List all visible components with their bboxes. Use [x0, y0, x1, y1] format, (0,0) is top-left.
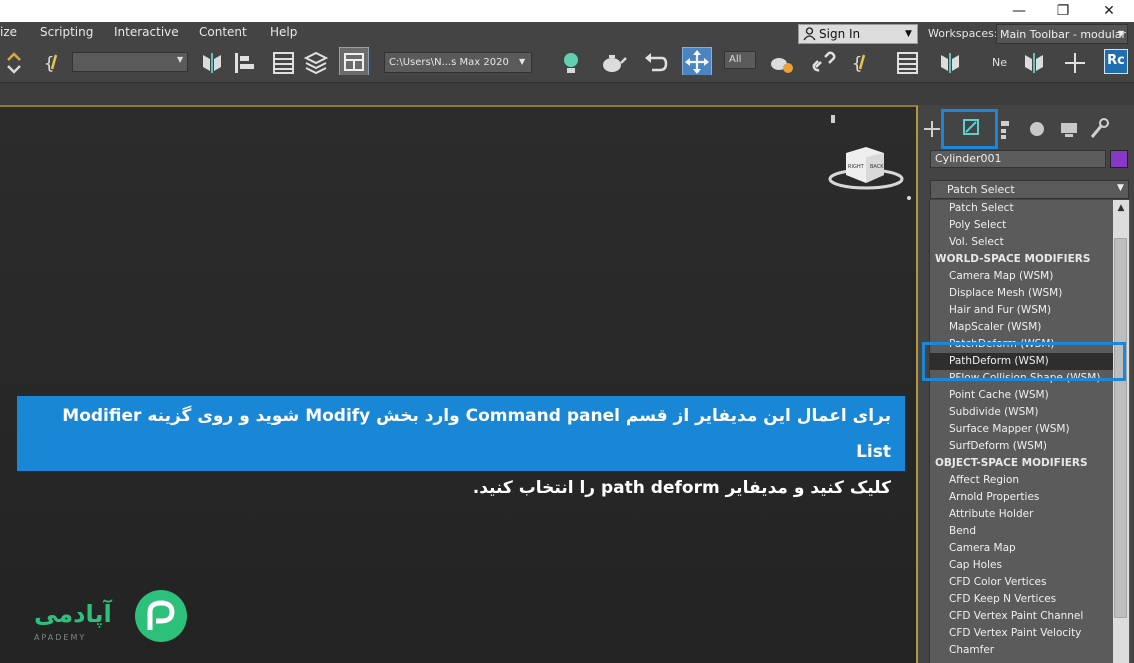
modifier-list-item[interactable]: Poly Select	[930, 217, 1114, 234]
list-section-header: WORLD-SPACE MODIFIERS	[935, 253, 1091, 265]
pathdeform-highlight	[922, 342, 1126, 381]
modifier-list-item[interactable]: CFD Color Vertices	[930, 574, 1114, 591]
ribbon-toggle-icon[interactable]	[339, 47, 369, 75]
chevron-down-icon: ▼	[177, 55, 184, 64]
scroll-up-icon[interactable]: ▲	[1113, 200, 1129, 216]
selection-filter-dropdown[interactable]: All	[724, 51, 756, 69]
modifier-list-item[interactable]: CFD Keep N Vertices	[930, 591, 1114, 608]
modify-tab-highlight	[941, 109, 998, 149]
scene-explorer-icon[interactable]	[272, 49, 296, 77]
minimize-button[interactable]: —	[996, 0, 1042, 22]
workspaces-value: Main Toolbar - modular	[1000, 28, 1127, 41]
object-name-field[interactable]: Cylinder001	[930, 150, 1106, 168]
menu-content[interactable]: Content	[199, 25, 247, 39]
sign-in-label: Sign In	[819, 27, 861, 41]
mirror-icon[interactable]	[1022, 49, 1046, 77]
modifier-list-item[interactable]: Chamfer	[930, 642, 1114, 659]
project-folder-dropdown[interactable]: C:\Users\N...s Max 2020 ▼	[384, 52, 532, 73]
rc-button[interactable]: Rc	[1104, 49, 1128, 74]
workspaces-select[interactable]: Main Toolbar - modular ▼	[996, 24, 1128, 44]
modifier-list-item[interactable]: Vol. Select	[930, 234, 1114, 251]
object-name-value: Cylinder001	[935, 152, 1002, 165]
chevron-down-icon: ▼	[519, 57, 526, 66]
modifier-list-item[interactable]: Camera Map	[930, 540, 1114, 557]
selection-filter-value: All	[729, 54, 742, 65]
modifier-list-item[interactable]: SurfDeform (WSM)	[930, 438, 1114, 455]
display-tab-icon[interactable]	[1061, 123, 1077, 137]
modifier-list-item[interactable]: Surface Mapper (WSM)	[930, 421, 1114, 438]
selection-set-dropdown[interactable]: ▼	[72, 52, 188, 72]
workspaces-label: Workspaces:	[928, 27, 998, 40]
viewcube-icon[interactable]: RIGHT BACK	[824, 113, 914, 203]
select-and-link-icon[interactable]	[4, 49, 30, 77]
modifier-list-item[interactable]: Camera Map (WSM)	[930, 268, 1114, 285]
link-icon[interactable]	[810, 49, 836, 77]
modifier-list-dropdown[interactable]: Patch Select ▼	[930, 180, 1129, 199]
modifier-list-scrollbar[interactable]: ▲	[1113, 200, 1129, 663]
modifier-list-item[interactable]: Bend	[930, 523, 1114, 540]
lightbulb-icon[interactable]	[560, 49, 582, 77]
modifier-list-item[interactable]: Affect Region	[930, 472, 1114, 489]
tutorial-caption: برای اعمال این مدیفایر از قسم Command pa…	[17, 396, 905, 498]
modifier-list-item[interactable]: Attribute Holder	[930, 506, 1114, 523]
align-icon[interactable]	[232, 49, 258, 77]
user-icon	[803, 27, 816, 41]
create-tab-icon[interactable]	[924, 121, 940, 137]
modifier-list-item[interactable]: MapScaler (WSM)	[930, 319, 1114, 336]
viewport[interactable]: RIGHT BACK	[0, 105, 918, 663]
modifier-list-options: Patch Select Poly Select Vol. Select WORLD-…	[929, 200, 1130, 663]
logo-brand-text: آپادمی	[34, 599, 112, 628]
modifier-list-item[interactable]: Point Cache (WSM)	[930, 387, 1114, 404]
render-setup-icon[interactable]	[768, 49, 796, 77]
chevron-down-icon: ▼	[1118, 29, 1125, 38]
menu-customize[interactable]: ize	[0, 25, 17, 39]
layer-explorer-icon[interactable]	[304, 49, 328, 77]
close-button[interactable]: ✕	[1086, 0, 1132, 22]
new-scene-label[interactable]: Ne	[992, 56, 1007, 69]
move-gizmo-icon[interactable]	[1062, 49, 1088, 77]
scrollbar-thumb[interactable]	[1114, 238, 1127, 618]
modifier-list-item[interactable]: Cap Holes	[930, 557, 1114, 574]
restore-button[interactable]: ❐	[1040, 0, 1086, 22]
hierarchy-tab-icon[interactable]	[1001, 121, 1009, 139]
menu-interactive[interactable]: Interactive	[114, 25, 179, 39]
ribbon-strip	[0, 82, 1134, 105]
named-selection-icon[interactable]: {	[852, 49, 876, 77]
modifier-list-item[interactable]: CFD Vertex Paint Channel	[930, 608, 1114, 625]
modifier-list-item[interactable]: Patch Select	[930, 200, 1114, 217]
menu-help[interactable]: Help	[270, 25, 297, 39]
apademy-logo: آپادمی APADEMY	[34, 590, 187, 642]
modifier-list-value: Patch Select	[947, 183, 1015, 196]
modifier-list-item[interactable]: Arnold Properties	[930, 489, 1114, 506]
modifier-list-item[interactable]: Hair and Fur (WSM)	[930, 302, 1114, 319]
undo-icon[interactable]	[642, 49, 668, 77]
modifier-list-item[interactable]: Displace Mesh (WSM)	[930, 285, 1114, 302]
project-folder-value: C:\Users\N...s Max 2020	[389, 57, 509, 68]
caption-line-2: کلیک کنید و مدیفایر path deform را انتخا…	[472, 478, 891, 498]
object-color-swatch[interactable]	[1110, 150, 1128, 168]
modifier-list-item[interactable]: Subdivide (WSM)	[930, 404, 1114, 421]
logo-sub-text: APADEMY	[34, 633, 86, 642]
mirror-icon[interactable]	[200, 49, 224, 77]
mirror-icon[interactable]	[938, 49, 962, 77]
select-and-move-icon[interactable]	[682, 47, 712, 75]
window-title-bar: — ❐ ✕	[0, 0, 1134, 22]
scene-explorer-icon[interactable]	[896, 49, 920, 77]
motion-tab-icon[interactable]	[1030, 122, 1044, 136]
render-teapot-icon[interactable]	[598, 49, 628, 77]
modifier-list-item[interactable]: CFD Vertex Paint Velocity	[930, 625, 1114, 642]
utilities-tab-icon[interactable]	[1090, 118, 1109, 138]
viewcube-right-label: RIGHT	[848, 164, 865, 170]
caption-line-1: برای اعمال این مدیفایر از قسم Command pa…	[62, 406, 891, 462]
sign-in-dropdown[interactable]: Sign In ▼	[798, 24, 918, 44]
chevron-down-icon: ▼	[905, 29, 912, 39]
menu-scripting[interactable]: Scripting	[40, 25, 93, 39]
viewcube-back-label: BACK	[870, 164, 884, 170]
list-section-header: OBJECT-SPACE MODIFIERS	[935, 457, 1088, 469]
named-selection-icon[interactable]: {	[44, 49, 68, 77]
chevron-down-icon: ▼	[1117, 183, 1124, 193]
